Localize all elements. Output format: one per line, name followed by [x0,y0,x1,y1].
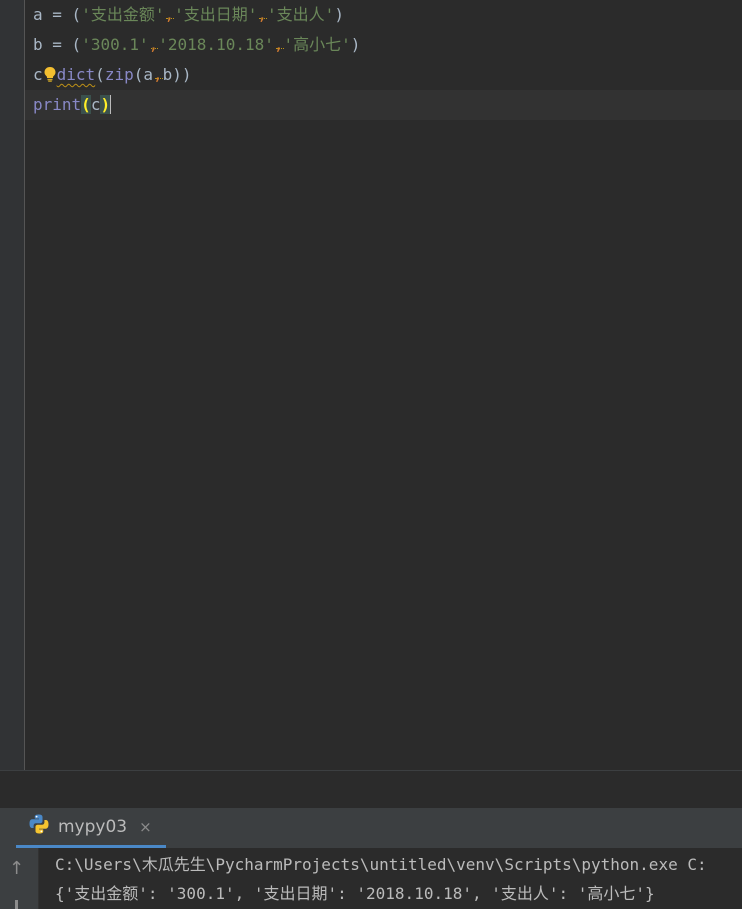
string-literal: '支出人' [267,5,335,24]
code-line-2[interactable]: b = ('300.1','2018.10.18','高小七') [25,30,742,60]
builtin-function: dict [56,65,96,84]
run-tab[interactable]: mypy03 × [16,808,166,848]
matched-paren: ) [100,95,112,114]
string-literal: '300.1' [81,35,149,54]
string-literal: '支出金额' [81,5,165,24]
comma-warning: , [257,5,268,24]
paren: ( [71,5,82,24]
paren: ( [71,35,82,54]
paren: ) [334,5,344,24]
run-tool-window-header: mypy03 × [0,808,742,848]
identifier: a [143,65,153,84]
identifier: a [33,5,43,24]
code-area[interactable]: a = ('支出金额','支出日期','支出人') b = ('300.1','… [25,0,742,120]
arrow-down-icon[interactable] [15,900,18,909]
lightbulb-icon[interactable] [43,65,57,84]
builtin-function: print [33,95,82,114]
code-line-1[interactable]: a = ('支出金额','支出日期','支出人') [25,0,742,30]
close-icon[interactable]: × [139,818,152,836]
run-tab-label: mypy03 [58,816,128,837]
panel-splitter[interactable] [0,770,742,809]
paren: )) [172,65,192,84]
string-literal: '高小七' [283,35,351,54]
python-icon [28,813,50,840]
arrow-up-icon[interactable]: ↑ [9,858,24,879]
string-literal: '支出日期' [174,5,258,24]
editor-gutter[interactable] [0,0,25,770]
comma-warning: , [164,5,175,24]
identifier: c [33,65,43,84]
operator: = [42,35,72,54]
code-line-4[interactable]: print(c) [25,90,742,120]
paren: ) [350,35,361,54]
matched-paren: ( [81,95,91,114]
builtin-function: zip [104,65,134,84]
string-literal: '2018.10.18' [158,35,274,54]
code-editor[interactable]: a = ('支出金额','支出日期','支出人') b = ('300.1','… [0,0,742,770]
comma-warning: , [153,65,163,84]
operator: = [42,5,72,24]
console-line: C:\Users\木瓜先生\PycharmProjects\untitled\v… [55,855,707,874]
console-line: {'支出金额': '300.1', '支出日期': '2018.10.18', … [55,884,655,903]
paren: ( [133,65,144,84]
identifier: b [162,65,173,84]
run-console[interactable]: ↑ C:\Users\木瓜先生\PycharmProjects\untitled… [0,848,742,909]
console-output: C:\Users\木瓜先生\PycharmProjects\untitled\v… [55,850,742,908]
identifier: c [90,95,101,114]
console-toolbar: ↑ [0,848,39,909]
comma-warning: , [273,35,284,54]
comma-warning: , [148,35,159,54]
code-line-3[interactable]: c dict(zip(a,b)) [25,60,742,90]
identifier: b [33,35,43,54]
paren: ( [95,65,105,84]
